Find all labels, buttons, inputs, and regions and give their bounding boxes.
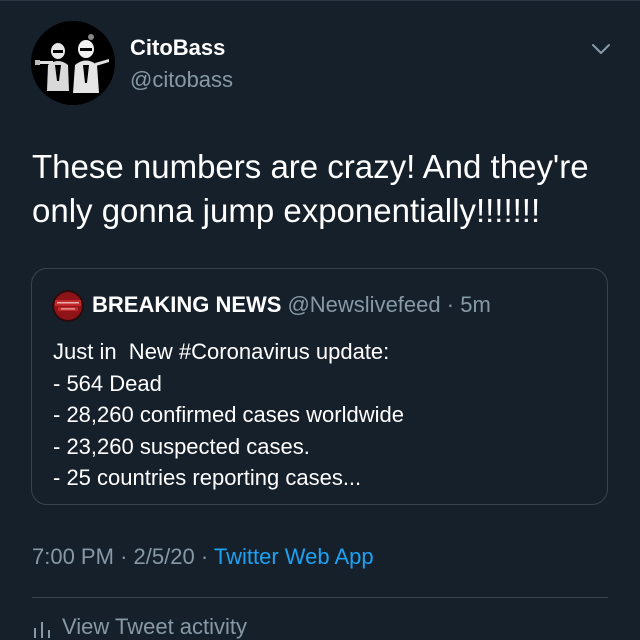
view-tweet-activity-button[interactable]: View Tweet activity — [32, 614, 247, 640]
quoted-line: - 25 countries reporting cases... — [53, 465, 362, 490]
breaking-news-logo-icon — [52, 290, 84, 322]
tweet-menu-button[interactable] — [588, 36, 614, 62]
view-tweet-activity-label: View Tweet activity — [62, 614, 248, 639]
quoted-tweet-header: BREAKING NEWS @Newslivefeed · 5m — [92, 292, 491, 318]
bar-chart-icon — [34, 622, 50, 638]
tweet-text: These numbers are crazy! And they're onl… — [32, 148, 589, 229]
quoted-separator: · — [446, 292, 455, 317]
author-avatar[interactable] — [31, 21, 115, 105]
tweet-source-app-link[interactable]: Twitter Web App — [214, 544, 374, 569]
author-handle[interactable]: @citobass — [130, 67, 233, 93]
author-display-name[interactable]: CitoBass — [130, 35, 225, 61]
quoted-line: Just in New #Coronavirus update: — [53, 339, 390, 364]
quoted-line: - 564 Dead — [53, 370, 162, 396]
quoted-author-handle[interactable]: @Newslivefeed — [287, 292, 440, 317]
quoted-tweet-text: Just in New #Coronavirus update: - 564 D… — [53, 336, 593, 494]
quoted-author-display-name[interactable]: BREAKING NEWS — [92, 292, 281, 317]
tweet-date[interactable]: 2/5/20 — [134, 544, 195, 569]
chevron-down-icon — [592, 44, 610, 54]
quoted-tweet-card[interactable]: BREAKING NEWS @Newslivefeed · 5m Just in … — [31, 268, 608, 505]
section-divider — [32, 597, 608, 598]
quoted-line: - 23,260 suspected cases. — [53, 433, 310, 459]
meta-separator: · — [120, 544, 128, 569]
quoted-timestamp[interactable]: 5m — [460, 292, 491, 317]
top-divider — [0, 0, 640, 1]
pulp-fiction-stormtroopers-avatar-icon — [31, 21, 115, 105]
tweet-detail-view: CitoBass @citobass These numbers are cra… — [0, 0, 640, 640]
quoted-line: - 28,260 confirmed cases worldwide — [53, 402, 404, 427]
quoted-author-avatar[interactable] — [52, 290, 84, 322]
tweet-time[interactable]: 7:00 PM — [32, 544, 114, 569]
meta-separator: · — [200, 544, 209, 569]
tweet-metadata: 7:00 PM · 2/5/20 · Twitter Web App — [32, 544, 374, 570]
